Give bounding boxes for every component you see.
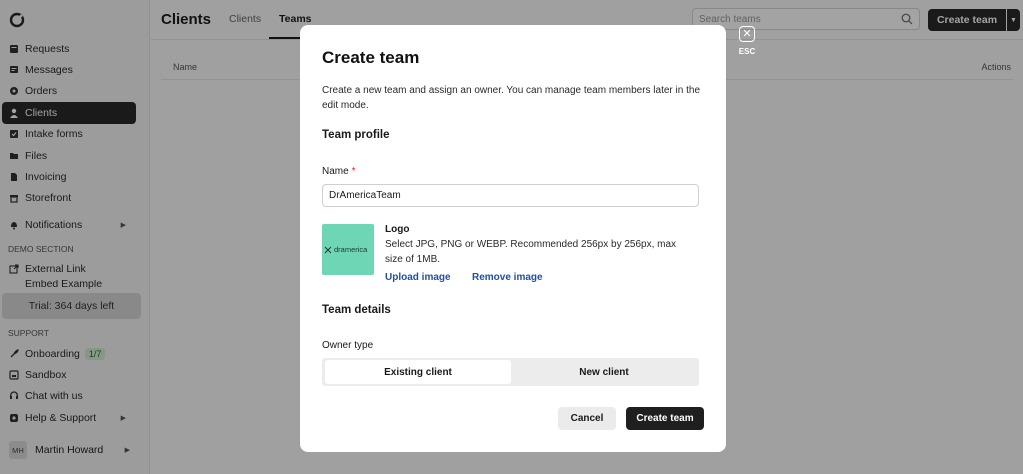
- team-name-input[interactable]: DrAmericaTeam: [322, 184, 699, 207]
- team-name-value: DrAmericaTeam: [329, 190, 401, 201]
- modal-title: Create team: [322, 48, 420, 67]
- logo-text: dramerica: [334, 245, 368, 254]
- team-logo-preview: dramerica: [322, 224, 374, 275]
- create-team-modal: Create team Create a new team and assign…: [300, 25, 726, 452]
- team-profile-heading: Team profile: [322, 129, 390, 141]
- upload-image-link[interactable]: Upload image: [385, 272, 451, 283]
- dramerica-logo-icon: [324, 246, 332, 253]
- logo-description: Select JPG, PNG or WEBP. Recommended 256…: [385, 239, 677, 265]
- submit-create-team-button[interactable]: Create team: [626, 407, 704, 430]
- close-modal-button[interactable]: ✕ ESC: [736, 26, 758, 56]
- name-field-label: Name *: [322, 166, 356, 177]
- cancel-button[interactable]: Cancel: [558, 407, 616, 430]
- owner-option-existing-client[interactable]: Existing client: [325, 360, 511, 384]
- modal-description: Create a new team and assign an owner. Y…: [322, 85, 701, 111]
- team-details-heading: Team details: [322, 304, 391, 316]
- owner-type-label: Owner type: [322, 340, 374, 351]
- owner-type-toggle: Existing client New client: [322, 358, 699, 386]
- remove-image-link[interactable]: Remove image: [472, 272, 543, 283]
- name-label-text: Name: [322, 166, 349, 177]
- close-icon: ✕: [739, 26, 755, 42]
- required-marker: *: [351, 166, 356, 177]
- esc-label: ESC: [738, 47, 756, 56]
- logo-title: Logo: [385, 224, 410, 235]
- owner-option-new-client[interactable]: New client: [511, 360, 697, 384]
